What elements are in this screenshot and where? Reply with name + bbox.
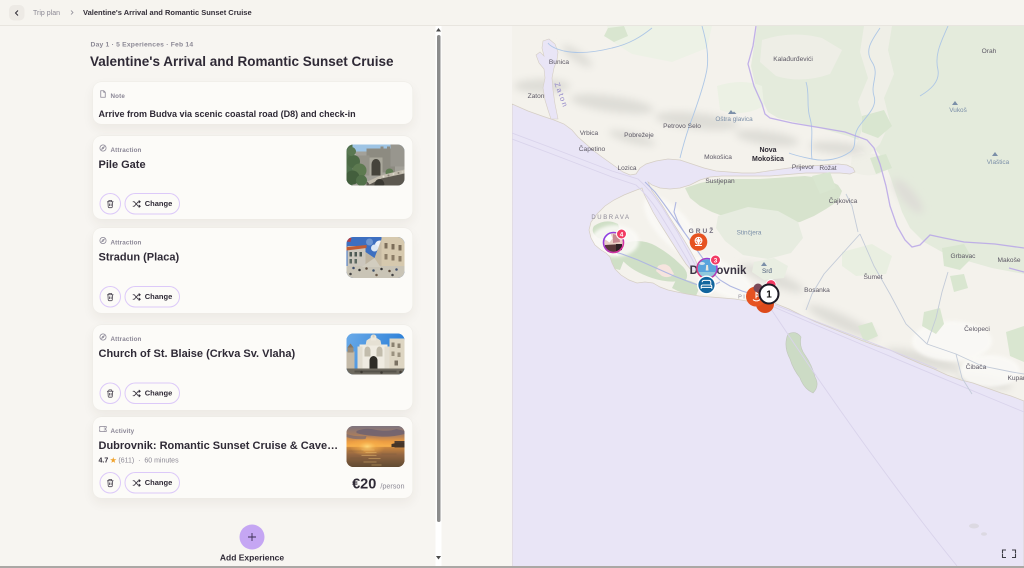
svg-text:Grbavac: Grbavac — [951, 253, 977, 260]
svg-text:GRUŽ: GRUŽ — [689, 226, 716, 235]
svg-text:Makoše: Makoše — [997, 257, 1020, 264]
svg-text:Sustjepan: Sustjepan — [705, 178, 735, 185]
svg-text:Petrovo Selo: Petrovo Selo — [663, 123, 701, 130]
svg-text:1: 1 — [766, 290, 772, 301]
svg-text:Čelopeci: Čelopeci — [964, 324, 990, 333]
svg-text:Čapetino: Čapetino — [579, 144, 606, 153]
svg-text:Čajkovica: Čajkovica — [829, 196, 858, 205]
svg-text:Oštra glavica: Oštra glavica — [715, 116, 753, 123]
svg-text:4: 4 — [620, 231, 624, 238]
svg-text:Vukoš: Vukoš — [949, 107, 967, 114]
svg-text:Prijevor: Prijevor — [792, 164, 815, 171]
svg-text:3: 3 — [714, 257, 718, 264]
svg-text:Mokošica: Mokošica — [704, 154, 732, 161]
svg-text:Kupari: Kupari — [1007, 375, 1024, 382]
svg-text:Rožat: Rožat — [819, 165, 836, 172]
svg-text:Vlaštica: Vlaštica — [987, 159, 1010, 166]
svg-text:Vrbica: Vrbica — [580, 130, 599, 137]
svg-text:Šumet: Šumet — [863, 272, 882, 281]
svg-text:Lozica: Lozica — [617, 165, 636, 172]
svg-text:Nova: Nova — [759, 147, 776, 154]
svg-text:Čibača: Čibača — [966, 362, 987, 371]
svg-text:DUBRAVA: DUBRAVA — [591, 215, 630, 221]
svg-text:Bunica: Bunica — [549, 59, 569, 66]
svg-text:Zaton: Zaton — [528, 93, 545, 100]
svg-text:Kalađurđevići: Kalađurđevići — [773, 56, 813, 63]
svg-text:Pobrežeje: Pobrežeje — [624, 132, 654, 139]
svg-text:Stinčjera: Stinčjera — [737, 230, 762, 237]
svg-text:Orah: Orah — [982, 48, 997, 55]
svg-text:Srđ: Srđ — [762, 268, 772, 275]
svg-text:Mokošica: Mokošica — [752, 156, 784, 163]
svg-text:Bosanka: Bosanka — [804, 287, 830, 294]
